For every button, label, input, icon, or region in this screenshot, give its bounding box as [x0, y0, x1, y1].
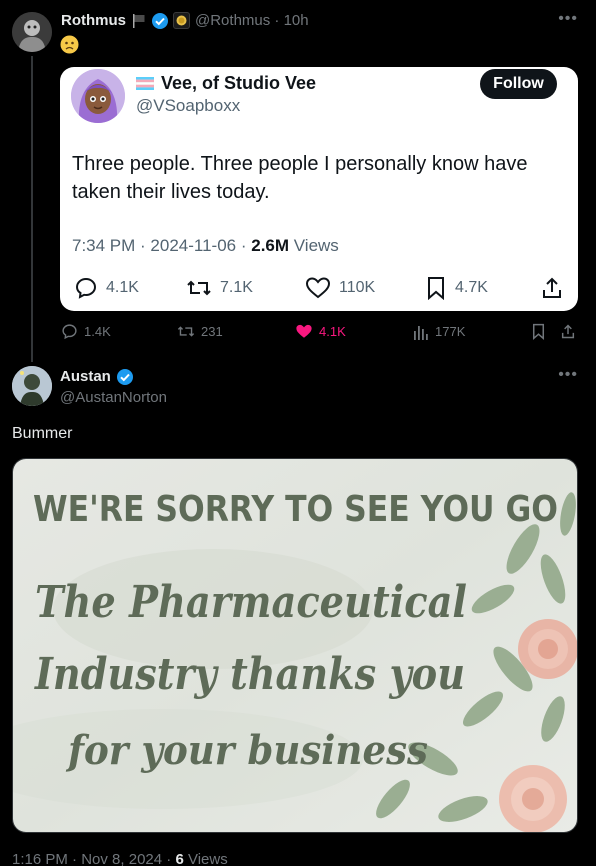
- tweet1-repost-count: 231: [201, 324, 223, 339]
- verified-badge-icon[interactable]: [151, 12, 169, 35]
- tweet2-handle[interactable]: @AustanNorton: [60, 389, 167, 406]
- tweet2-time[interactable]: 1:16 PM: [12, 851, 68, 866]
- rothmus-avatar[interactable]: [12, 12, 52, 52]
- image-line-3: for your business: [65, 727, 428, 774]
- transgender-flag-icon: [135, 77, 155, 90]
- quote-views-label: Views: [293, 236, 339, 255]
- repost-icon: [177, 323, 195, 340]
- quote-date[interactable]: 2024-11-06: [150, 236, 236, 255]
- quote-like-button[interactable]: 110K: [305, 276, 375, 300]
- tweet1-repost-button[interactable]: 231: [177, 323, 223, 340]
- tweet1-like-button[interactable]: 4.1K: [295, 323, 346, 340]
- image-line-1: The Pharmaceutical: [35, 577, 467, 628]
- analytics-icon: [413, 323, 429, 340]
- quote-share-button[interactable]: [540, 276, 564, 300]
- bookmark-icon: [425, 276, 447, 300]
- quote-author-handle[interactable]: @VSoapboxx: [136, 96, 240, 116]
- tweet1-handle-time: @Rothmus · 10h: [195, 12, 309, 29]
- tweet2-author-name[interactable]: Austan: [60, 368, 111, 385]
- share-icon: [560, 323, 576, 340]
- share-icon: [540, 276, 564, 300]
- quote-text: Three people. Three people I personally …: [72, 153, 528, 203]
- quote-like-count: 110K: [339, 279, 376, 296]
- tweet1-like-count: 4.1K: [319, 324, 346, 339]
- tweet1-reply-count: 1.4K: [84, 324, 111, 339]
- repost-icon: [186, 276, 212, 300]
- tweet2-views-count: 6: [175, 851, 184, 866]
- rose-flower: [499, 765, 567, 832]
- quote-reply-count: 4.1K: [106, 279, 139, 296]
- tweet2-date[interactable]: Nov 8, 2024: [81, 851, 162, 866]
- tweet1-share-button[interactable]: [560, 323, 576, 340]
- quote-author-name[interactable]: Vee, of Studio Vee: [161, 73, 316, 94]
- verified-badge-icon[interactable]: [116, 368, 134, 391]
- image-headline: WE'RE SORRY TO SEE YOU GO: [33, 489, 558, 530]
- tweet1-views-count: 177K: [435, 324, 466, 339]
- reply-icon: [74, 276, 98, 300]
- bookmark-icon: [531, 323, 546, 340]
- more-options-icon[interactable]: •••: [558, 366, 578, 384]
- tweet2-text: Bummer: [12, 425, 73, 442]
- quote-time[interactable]: 7:34 PM: [72, 236, 135, 255]
- black-flag-icon: [131, 13, 147, 29]
- slightly-frowning-face-emoji-icon: [60, 35, 79, 54]
- quote-repost-button[interactable]: 7.1K: [186, 276, 253, 300]
- tweet1-reply-button[interactable]: 1.4K: [61, 323, 111, 340]
- quoted-tweet-card[interactable]: Vee, of Studio Vee @VSoapboxx Follow Thr…: [60, 67, 578, 311]
- tweet1-views-button[interactable]: 177K: [413, 323, 465, 340]
- tweet1-bookmark-button[interactable]: [531, 323, 546, 340]
- quote-reply-button[interactable]: 4.1K: [74, 276, 139, 300]
- affiliate-badge-icon[interactable]: [173, 12, 190, 29]
- tweet1-time[interactable]: 10h: [284, 12, 309, 29]
- quote-views-count: 2.6M: [251, 236, 290, 255]
- image-line-2: Industry thanks you: [33, 649, 465, 700]
- austan-avatar[interactable]: [12, 366, 52, 406]
- heart-icon: [305, 276, 331, 300]
- quote-bookmark-button[interactable]: 4.7K: [425, 276, 488, 300]
- tweet2-image[interactable]: WE'RE SORRY TO SEE YOU GO The Pharmaceut…: [12, 458, 578, 833]
- quote-metadata: 7:34 PM · 2024-11-06 · 2.6M Views: [72, 236, 339, 255]
- follow-button[interactable]: Follow: [480, 69, 557, 99]
- thread-connector-line: [31, 56, 33, 362]
- vee-avatar[interactable]: [71, 69, 125, 123]
- quote-repost-count: 7.1K: [220, 279, 253, 296]
- tweet2-views-label: Views: [187, 851, 228, 866]
- tweet1-author-name[interactable]: Rothmus: [61, 12, 126, 29]
- rose-flower: [518, 619, 577, 679]
- quote-bookmark-count: 4.7K: [455, 279, 488, 296]
- tweet1-handle[interactable]: @Rothmus: [195, 12, 270, 29]
- reply-icon: [61, 323, 78, 340]
- heart-filled-icon: [295, 323, 313, 340]
- tweet2-metadata: 1:16 PM · Nov 8, 2024 · 6 Views: [12, 851, 228, 866]
- more-options-icon[interactable]: •••: [558, 10, 578, 28]
